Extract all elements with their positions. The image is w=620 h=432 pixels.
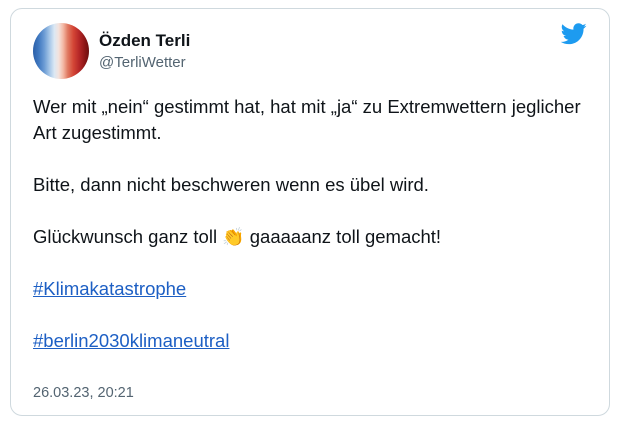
tweet-line-2: Bitte, dann nicht beschweren wenn es übe… <box>33 174 429 195</box>
clapping-hands-emoji-icon: 👏 <box>222 227 245 247</box>
timestamp[interactable]: 26.03.23, 20:21 <box>33 385 134 401</box>
warming-stripes-image <box>33 23 89 79</box>
hashtag-berlin2030-link[interactable]: #berlin2030klimaneutral <box>33 330 229 351</box>
tweet-line-3: Glückwunsch ganz toll 👏 gaaaaanz toll ge… <box>33 224 593 250</box>
author-name[interactable]: Özden Terli <box>99 31 190 51</box>
tweet-card[interactable]: Özden Terli @TerliWetter Wer mit „nein“ … <box>10 8 610 416</box>
hashtag-klimakatastrophe-link[interactable]: #Klimakatastrophe <box>33 278 186 299</box>
tweet-line-3-start: Glückwunsch ganz toll <box>33 226 218 247</box>
tweet-text: Wer mit „nein“ gestimmt hat, hat mit „ja… <box>33 94 593 354</box>
tweet-line-3-end: gaaaaanz toll gemacht! <box>249 226 442 247</box>
tweet-line-1: Wer mit „nein“ gestimmt hat, hat mit „ja… <box>33 96 581 143</box>
avatar[interactable] <box>33 23 89 79</box>
author-handle[interactable]: @TerliWetter <box>99 54 186 71</box>
twitter-bird-icon[interactable] <box>561 23 587 45</box>
